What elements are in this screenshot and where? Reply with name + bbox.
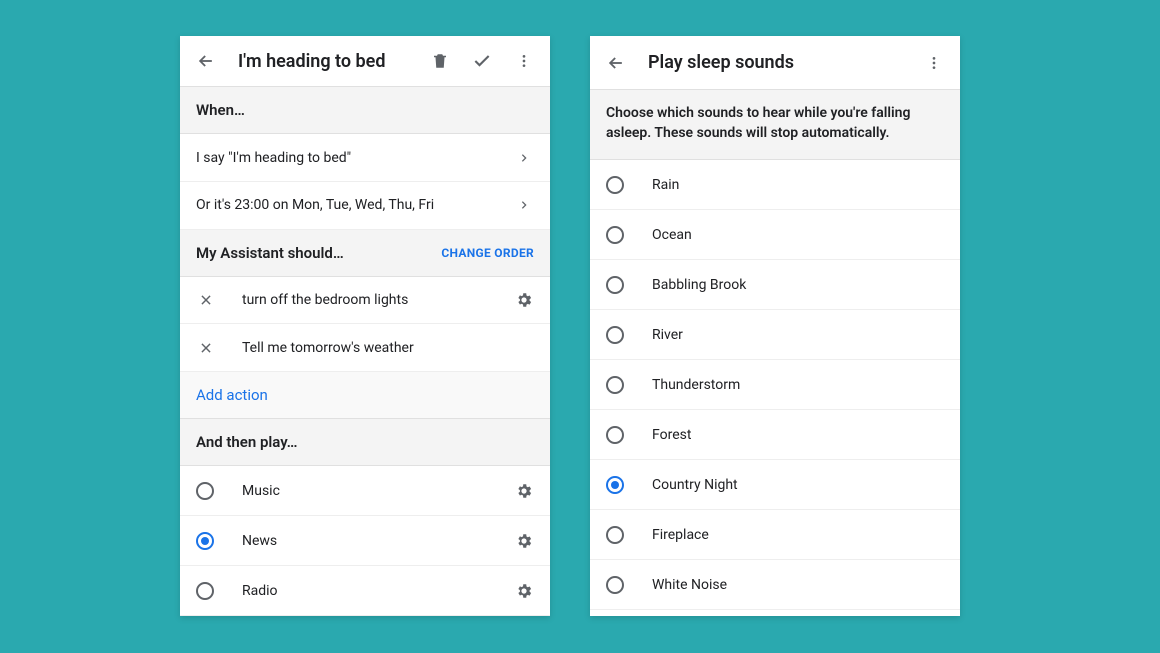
overflow-button[interactable] — [922, 51, 946, 75]
action-text: Tell me tomorrow's weather — [242, 340, 534, 356]
page-title: Play sleep sounds — [648, 52, 904, 73]
radio-label: Babbling Brook — [652, 277, 944, 293]
action-row[interactable]: Tell me tomorrow's weather — [180, 324, 550, 372]
radio-button[interactable] — [606, 176, 624, 194]
when-section-header: When… — [180, 87, 550, 134]
option-settings-button[interactable] — [514, 581, 534, 601]
radio-label: Country Night — [652, 477, 944, 493]
more-vert-icon — [926, 55, 942, 71]
routine-editor-screen: I'm heading to bed When… I say "I'm head… — [180, 36, 550, 616]
option-settings-button[interactable] — [514, 481, 534, 501]
radio-label: Fireplace — [652, 527, 944, 543]
radio-button[interactable] — [606, 326, 624, 344]
radio-button[interactable] — [196, 532, 214, 550]
play-section-header: And then play… — [180, 419, 550, 466]
radio-button[interactable] — [606, 476, 624, 494]
chevron-right-icon — [514, 195, 534, 215]
radio-label: River — [652, 327, 944, 343]
radio-label: Radio — [242, 583, 514, 599]
trash-icon — [431, 52, 449, 70]
radio-label: Ocean — [652, 227, 944, 243]
when-label: When… — [196, 101, 245, 119]
back-button[interactable] — [194, 49, 218, 73]
radio-button[interactable] — [606, 426, 624, 444]
radio-label: White Noise — [652, 577, 944, 593]
back-button[interactable] — [604, 51, 628, 75]
chevron-right-icon — [514, 148, 534, 168]
radio-option[interactable]: Thunderstorm — [590, 360, 960, 410]
radio-button[interactable] — [606, 276, 624, 294]
radio-button[interactable] — [606, 576, 624, 594]
gear-icon — [515, 291, 533, 309]
trigger-row-time[interactable]: Or it's 23:00 on Mon, Tue, Wed, Thu, Fri — [180, 182, 550, 230]
assistant-label: My Assistant should… — [196, 244, 344, 262]
radio-label: Thunderstorm — [652, 377, 944, 393]
radio-option[interactable]: News — [180, 516, 550, 566]
arrow-left-icon — [606, 53, 626, 73]
toolbar: I'm heading to bed — [180, 36, 550, 87]
trigger-text: I say "I'm heading to bed" — [196, 150, 514, 166]
option-settings-button[interactable] — [514, 531, 534, 551]
gear-icon — [515, 532, 533, 550]
trigger-row-voice[interactable]: I say "I'm heading to bed" — [180, 134, 550, 182]
radio-button[interactable] — [196, 482, 214, 500]
sleep-sounds-screen: Play sleep sounds Choose which sounds to… — [590, 36, 960, 616]
radio-option[interactable]: Rain — [590, 160, 960, 210]
radio-button[interactable] — [606, 376, 624, 394]
check-icon — [472, 51, 492, 71]
radio-label: Forest — [652, 427, 944, 443]
radio-button[interactable] — [606, 526, 624, 544]
confirm-button[interactable] — [470, 49, 494, 73]
radio-button[interactable] — [196, 582, 214, 600]
close-icon — [199, 293, 213, 307]
toolbar: Play sleep sounds — [590, 36, 960, 90]
gear-icon — [515, 482, 533, 500]
remove-action-button[interactable] — [196, 338, 216, 358]
close-icon — [199, 341, 213, 355]
radio-option[interactable]: Forest — [590, 410, 960, 460]
description-text: Choose which sounds to hear while you're… — [590, 90, 960, 160]
radio-option[interactable]: Country Night — [590, 460, 960, 510]
overflow-button[interactable] — [512, 49, 536, 73]
remove-action-button[interactable] — [196, 290, 216, 310]
action-settings-button[interactable] — [514, 290, 534, 310]
more-vert-icon — [516, 53, 532, 69]
trigger-text: Or it's 23:00 on Mon, Tue, Wed, Thu, Fri — [196, 197, 514, 213]
radio-option[interactable]: River — [590, 310, 960, 360]
gear-icon — [515, 582, 533, 600]
radio-label: News — [242, 533, 514, 549]
arrow-left-icon — [196, 51, 216, 71]
page-title: I'm heading to bed — [238, 51, 410, 72]
radio-option[interactable]: Fireplace — [590, 510, 960, 560]
radio-button[interactable] — [606, 226, 624, 244]
radio-option[interactable]: Babbling Brook — [590, 260, 960, 310]
change-order-button[interactable]: CHANGE ORDER — [441, 246, 534, 260]
action-text: turn off the bedroom lights — [242, 292, 514, 308]
radio-option[interactable]: White Noise — [590, 560, 960, 610]
radio-label: Music — [242, 483, 514, 499]
radio-option[interactable]: Music — [180, 466, 550, 516]
assistant-section-header: My Assistant should… CHANGE ORDER — [180, 230, 550, 277]
radio-option[interactable]: Ocean — [590, 210, 960, 260]
add-action-button[interactable]: Add action — [180, 372, 550, 419]
radio-label: Rain — [652, 177, 944, 193]
radio-option[interactable]: Radio — [180, 566, 550, 616]
action-row[interactable]: turn off the bedroom lights — [180, 277, 550, 325]
delete-button[interactable] — [428, 49, 452, 73]
